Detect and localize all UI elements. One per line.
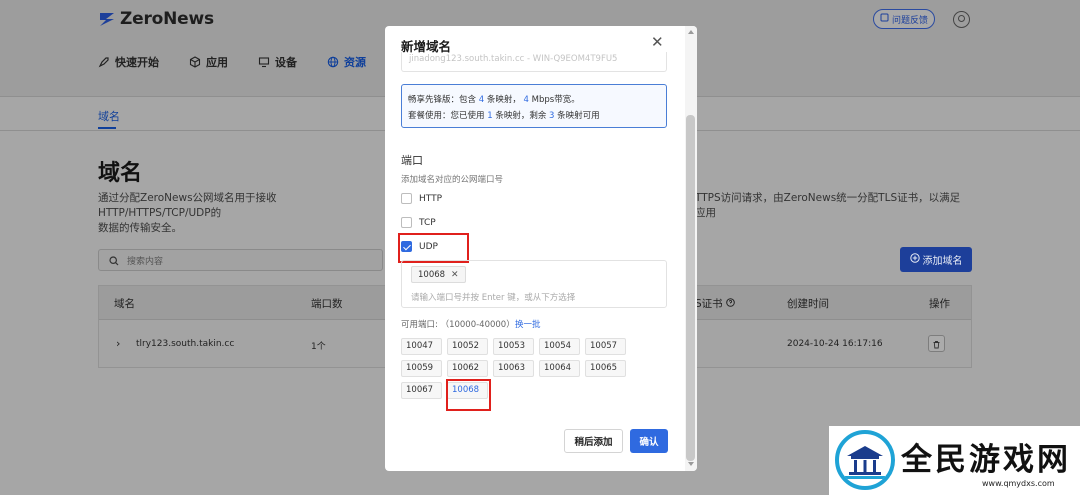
logo-text: ZeroNews: [120, 9, 214, 29]
search-input[interactable]: 搜索内容: [98, 249, 383, 271]
nav-item-label: 快速开始: [115, 56, 159, 69]
add-later-button[interactable]: 稍后添加: [564, 429, 623, 453]
nav-item-apps[interactable]: 应用: [189, 54, 228, 70]
row-expand-icon[interactable]: ›: [116, 337, 120, 350]
port-chip[interactable]: 10047: [401, 338, 442, 355]
nav-item-quickstart[interactable]: 快速开始: [98, 54, 159, 70]
nav-item-label: 应用: [206, 56, 228, 69]
monitor-icon: [258, 56, 270, 68]
th-created-time: 创建时间: [787, 298, 829, 310]
trash-icon: [932, 334, 941, 353]
close-icon[interactable]: ✕: [651, 35, 664, 50]
rocket-icon: [98, 56, 110, 68]
checkbox-box[interactable]: [401, 193, 412, 204]
port-tag-value: 10068: [418, 269, 446, 280]
plan-line-1: 畅享先锋版：包含 4 条映射， 4 Mbps带宽。: [408, 95, 580, 105]
logo[interactable]: ZeroNews: [98, 9, 214, 29]
th-actions: 操作: [929, 298, 950, 310]
row-created-time: 2024-10-24 16:17:16: [787, 339, 883, 349]
port-tag: 10068 ✕: [411, 266, 466, 283]
row-domain: tlry123.south.takin.cc: [136, 339, 235, 349]
th-port-count: 端口数: [311, 298, 343, 310]
port-chip[interactable]: 10065: [585, 360, 626, 377]
protocol-http-checkbox[interactable]: HTTP: [401, 193, 442, 204]
row-port-count: 1个: [311, 342, 326, 352]
scroll-down-arrow-icon[interactable]: [688, 462, 694, 466]
delete-button[interactable]: [928, 335, 945, 352]
port-input[interactable]: 10068 ✕ 请输入端口号并按 Enter 键，或从下方选择: [401, 260, 667, 308]
protocol-tcp-checkbox[interactable]: TCP: [401, 217, 436, 228]
main-nav: 快速开始 应用 设备 资源: [98, 54, 396, 70]
refresh-ports-link[interactable]: 换一批: [515, 318, 541, 330]
nav-item-devices[interactable]: 设备: [258, 54, 297, 70]
port-section-label: 端口: [401, 154, 423, 167]
plan-info-box: 畅享先锋版：包含 4 条映射， 4 Mbps带宽。 套餐使用：您已使用 1 条映…: [401, 84, 667, 128]
plus-circle-icon: [909, 253, 920, 266]
subtab-active-indicator: [98, 127, 116, 129]
port-chip[interactable]: 10053: [493, 338, 534, 355]
desc-right-line1: TTPS访问请求，由ZeroNews统一分配TLS证书，以满足应用: [695, 192, 961, 219]
checkbox-label: TCP: [419, 217, 436, 228]
search-icon: [109, 251, 119, 270]
port-chip[interactable]: 10052: [447, 338, 488, 355]
th-tls-cert: S证书: [695, 296, 735, 311]
scroll-up-arrow-icon[interactable]: [688, 30, 694, 34]
globe-icon: [327, 56, 339, 68]
nav-item-label: 资源: [344, 56, 366, 69]
desc-left-line2: 数据的传输安全。: [98, 222, 182, 234]
port-chip[interactable]: 10062: [447, 360, 488, 377]
dialog-scrollbar-thumb[interactable]: [686, 115, 695, 461]
remove-tag-icon[interactable]: ✕: [451, 270, 459, 280]
checkbox-label: HTTP: [419, 193, 443, 204]
confirm-button[interactable]: 确认: [630, 429, 668, 453]
plan-line-2: 套餐使用：您已使用 1 条映射，剩余 3 条映射可用: [408, 111, 600, 121]
watermark-url: www.qmydxs.com: [982, 479, 1055, 488]
th-tls-cert-label: S证书: [695, 298, 723, 310]
checkbox-box[interactable]: [401, 217, 412, 228]
zeronews-logo-icon: [98, 10, 116, 28]
port-chip[interactable]: 10063: [493, 360, 534, 377]
help-circle-icon[interactable]: [726, 298, 735, 310]
add-domain-label: 添加域名: [922, 256, 963, 267]
user-avatar-icon[interactable]: [953, 11, 970, 28]
feedback-button[interactable]: 问题反馈: [873, 9, 935, 29]
port-chip[interactable]: 10054: [539, 338, 580, 355]
desc-left-line1: 通过分配ZeroNews公网域名用于接收 HTTP/HTTPS/TCP/UDP的: [98, 192, 277, 219]
port-chip[interactable]: 10064: [539, 360, 580, 377]
edit-icon: [880, 13, 889, 25]
page-title: 域名: [98, 161, 143, 186]
nav-item-label: 设备: [275, 56, 297, 69]
subtab-domains[interactable]: 域名: [98, 108, 120, 124]
port-chip[interactable]: 10057: [585, 338, 626, 355]
available-ports-label: 可用端口: （10000-40000）: [401, 320, 515, 330]
port-chip[interactable]: 10067: [401, 382, 442, 399]
add-domain-button[interactable]: 添加域名: [900, 247, 972, 272]
highlight-box-udp: [398, 233, 469, 263]
watermark: 全民游戏网 www.qmydxs.com: [829, 426, 1080, 495]
add-domain-dialog: 新增域名 ✕ jinadong123.south.takin.cc - WIN-…: [385, 26, 697, 471]
highlight-box-port: [446, 379, 491, 411]
port-section-help: 添加域名对应的公网端口号: [401, 175, 504, 185]
search-placeholder: 搜索内容: [127, 256, 164, 267]
cube-icon: [189, 56, 201, 68]
th-domain: 域名: [114, 298, 135, 310]
nav-item-resources[interactable]: 资源: [327, 54, 366, 70]
domain-select-field[interactable]: jinadong123.south.takin.cc - WIN-Q9EOM4T…: [401, 52, 667, 72]
port-input-placeholder: 请输入端口号并按 Enter 键，或从下方选择: [411, 293, 576, 303]
watermark-text: 全民游戏网: [901, 442, 1071, 478]
temple-logo-icon: [835, 430, 895, 490]
port-chip[interactable]: 10059: [401, 360, 442, 377]
feedback-label: 问题反馈: [891, 15, 928, 26]
